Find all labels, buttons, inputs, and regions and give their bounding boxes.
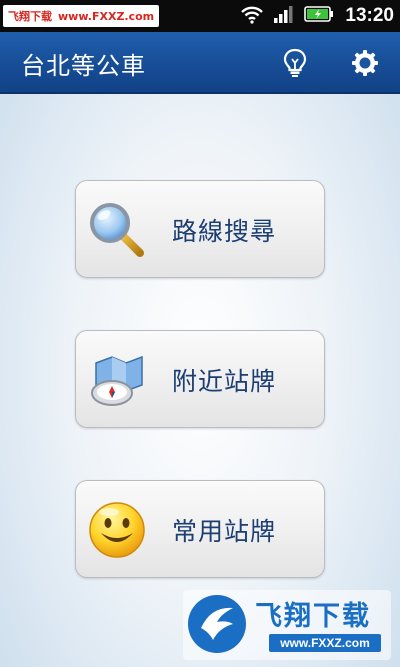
- watermark-domain-text: www.FXXZ.com: [269, 634, 381, 652]
- settings-button[interactable]: [346, 44, 384, 82]
- status-bar: 飞翔下载 www.FXXZ.com 13:20: [0, 0, 400, 32]
- status-icons: 13:20: [240, 0, 394, 32]
- favorite-stops-button[interactable]: 常用站牌: [75, 480, 325, 578]
- lightbulb-button[interactable]: [276, 44, 314, 82]
- watermark-brand-text: 飞翔下载: [255, 601, 371, 632]
- nearby-stops-button[interactable]: 附近站牌: [75, 330, 325, 428]
- app-title: 台北等公車: [21, 52, 146, 80]
- watermark-banner: 飞翔下载 www.FXXZ.com: [3, 5, 159, 27]
- favorite-stops-label: 常用站牌: [172, 517, 277, 546]
- watermark-logo-overlay: 飞翔下载 www.FXXZ.com: [183, 590, 391, 660]
- status-time: 13:20: [345, 5, 394, 26]
- watermark-logo-icon: [188, 595, 246, 653]
- watermark-url-text: www.FXXZ.com: [58, 9, 155, 23]
- magnifier-icon: [86, 199, 148, 261]
- signal-icon: [273, 4, 295, 28]
- wifi-icon: [240, 4, 264, 28]
- map-compass-icon: [86, 349, 148, 411]
- watermark-site-text: 飞翔下载: [8, 10, 52, 23]
- nearby-stops-label: 附近站牌: [172, 367, 277, 396]
- app-bar: 台北等公車: [0, 32, 400, 94]
- battery-icon: [304, 5, 334, 27]
- route-search-button[interactable]: 路線搜尋: [75, 180, 325, 278]
- smiley-icon: [86, 499, 148, 561]
- route-search-label: 路線搜尋: [172, 217, 277, 246]
- settings-icon: [352, 50, 378, 76]
- lightbulb-icon: [283, 48, 307, 77]
